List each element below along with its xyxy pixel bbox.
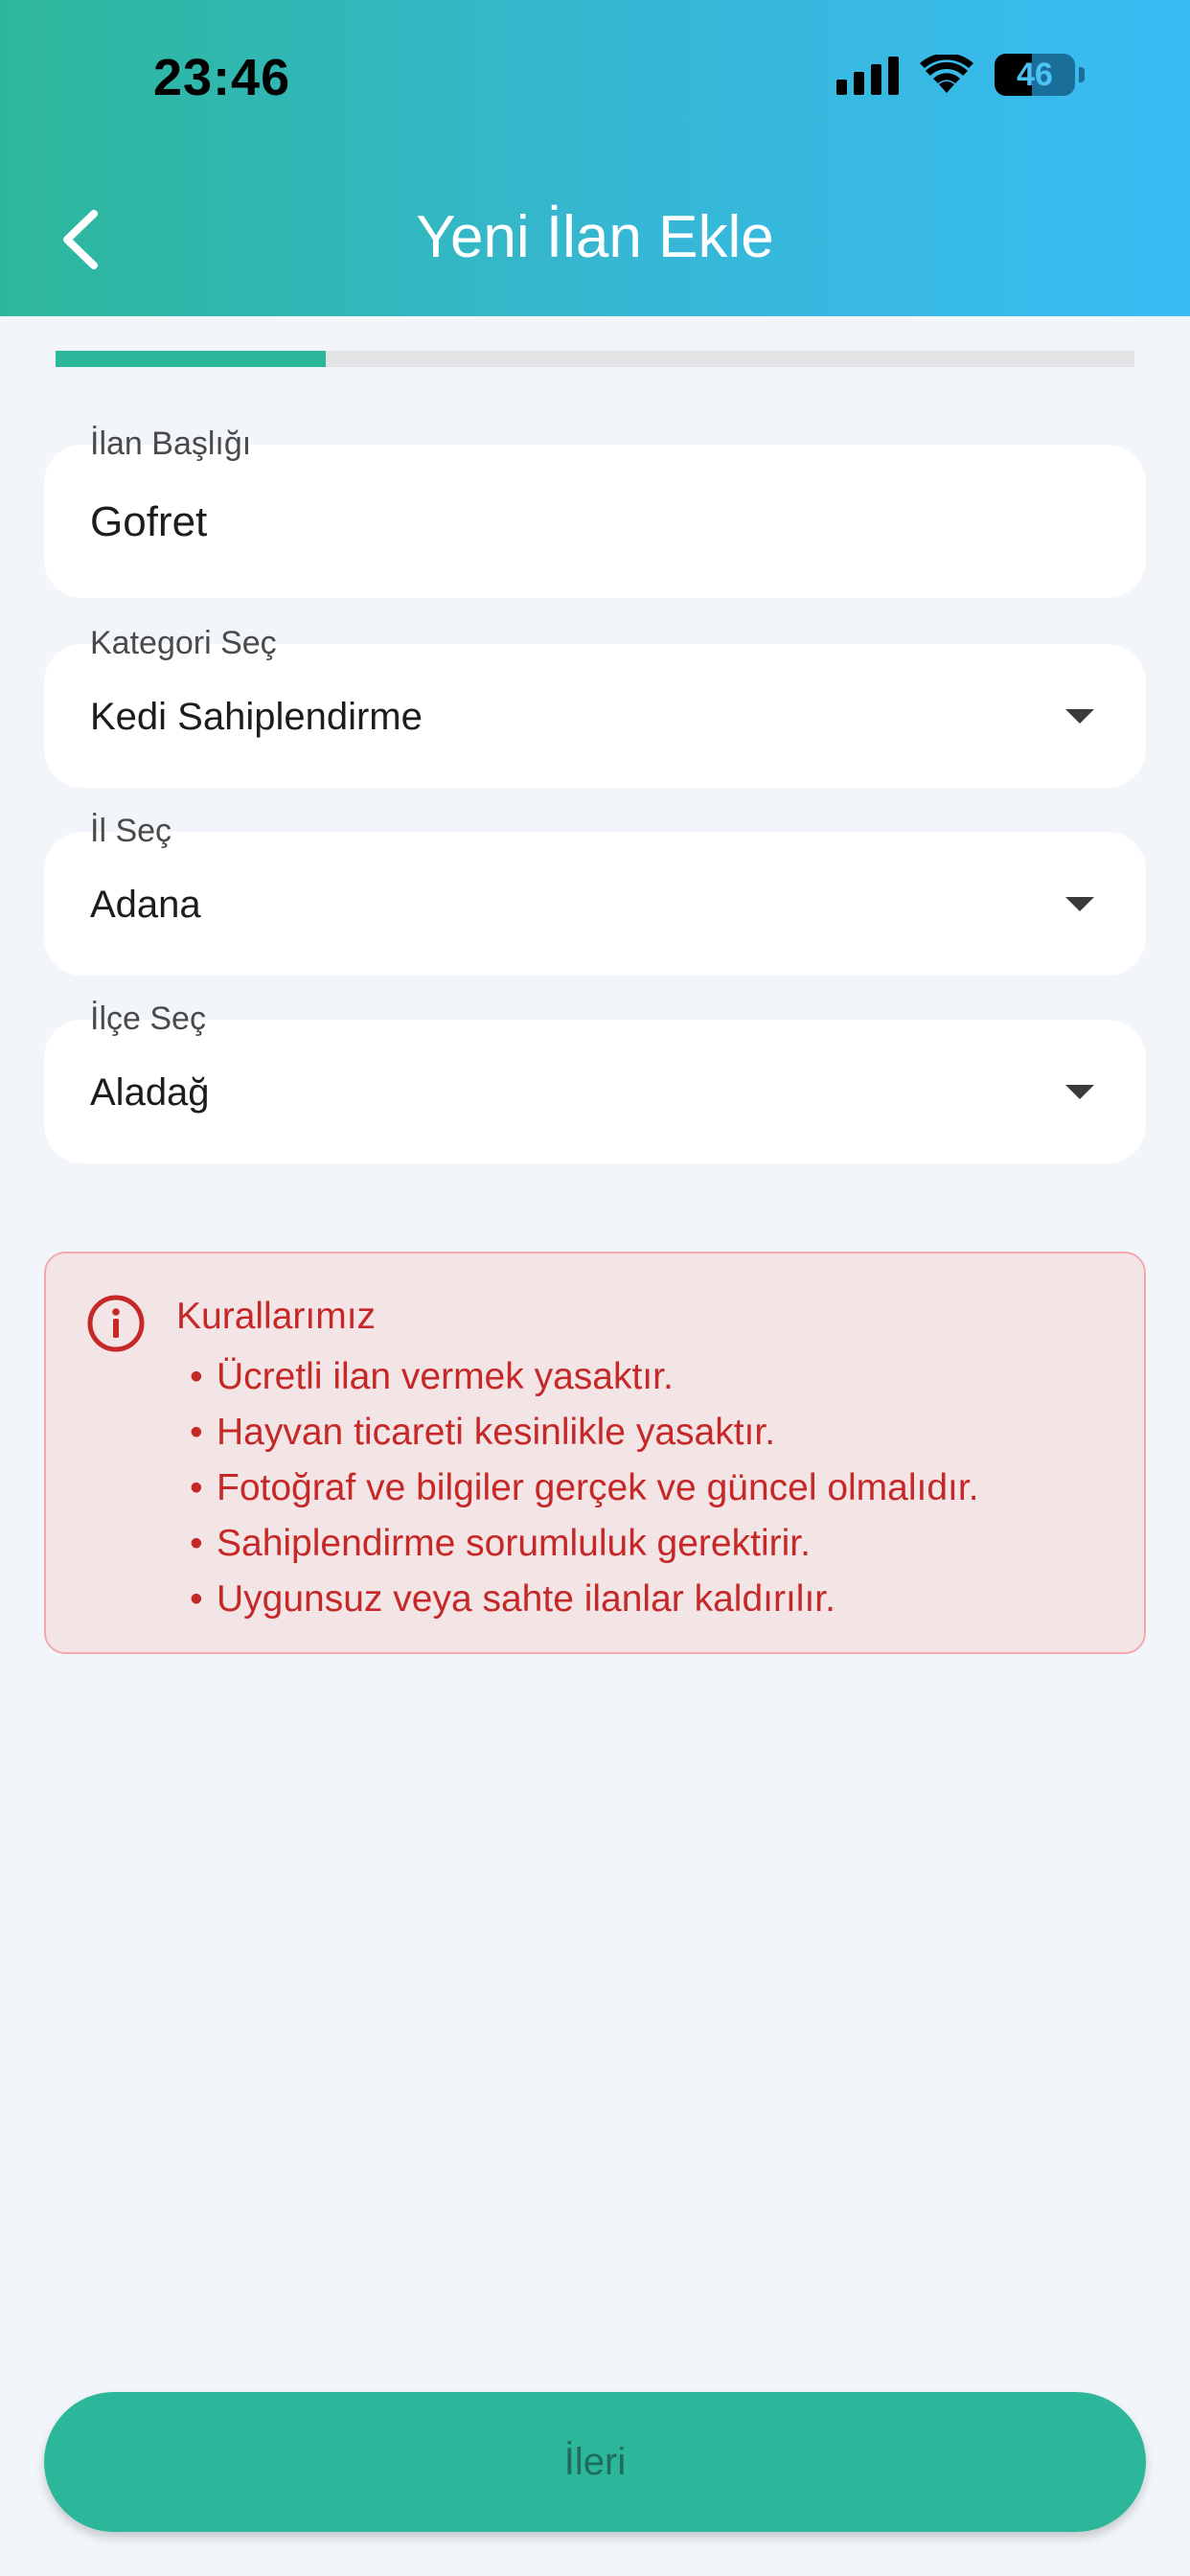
page-title: Yeni İlan Ekle (416, 204, 774, 270)
progress-bar (56, 351, 1134, 367)
rule-item: • Fotoğraf ve bilgiler gerçek ve güncel o… (190, 1467, 979, 1508)
title-input[interactable]: Gofret (44, 445, 1146, 598)
category-select-value: Kedi Sahiplendirme (90, 696, 423, 738)
battery-cap (1079, 67, 1085, 82)
battery-percent: 46 (1017, 56, 1053, 93)
city-select[interactable]: Adana (44, 832, 1146, 976)
rules-title: Kurallarımız (176, 1296, 377, 1337)
wifi-icon (920, 55, 973, 93)
category-field-label: Kategori Seç (90, 625, 277, 661)
title-input-value: Gofret (90, 498, 208, 545)
district-select-value: Aladağ (90, 1071, 210, 1114)
category-select[interactable]: Kedi Sahiplendirme (44, 644, 1146, 788)
next-button[interactable]: İleri (44, 2392, 1146, 2532)
info-icon (87, 1295, 145, 1352)
city-field-label: İl Seç (90, 813, 172, 849)
rule-item: • Uygunsuz veya sahte ilanlar kaldırılır. (190, 1578, 835, 1620)
next-button-label: İleri (563, 2440, 627, 2483)
signal-icon (836, 55, 899, 95)
rules-notice: Kurallarımız • Ücretli ilan vermek yasakt… (44, 1252, 1146, 1654)
dropdown-arrow-icon (1065, 897, 1094, 911)
title-field-label: İlan Başlığı (90, 426, 252, 462)
district-select[interactable]: Aladağ (44, 1020, 1146, 1163)
rules-list: • Ücretli ilan vermek yasaktır. • Hayvan t… (190, 1349, 979, 1627)
city-select-value: Adana (90, 884, 201, 926)
app-header: 23:46 46 Yeni İlan Ekle (0, 0, 1190, 316)
rule-item: • Sahiplendirme sorumluluk gerektirir. (190, 1523, 811, 1564)
district-field-label: İlçe Seç (90, 1000, 206, 1037)
status-time: 23:46 (153, 49, 291, 106)
status-icons: 46 (836, 54, 1085, 96)
rule-item: • Ücretli ilan vermek yasaktır. (190, 1356, 674, 1397)
progress-fill (56, 351, 326, 367)
battery-icon: 46 (995, 54, 1075, 96)
dropdown-arrow-icon (1065, 1085, 1094, 1099)
dropdown-arrow-icon (1065, 709, 1094, 724)
rule-item: • Hayvan ticareti kesinlikle yasaktır. (190, 1412, 776, 1453)
